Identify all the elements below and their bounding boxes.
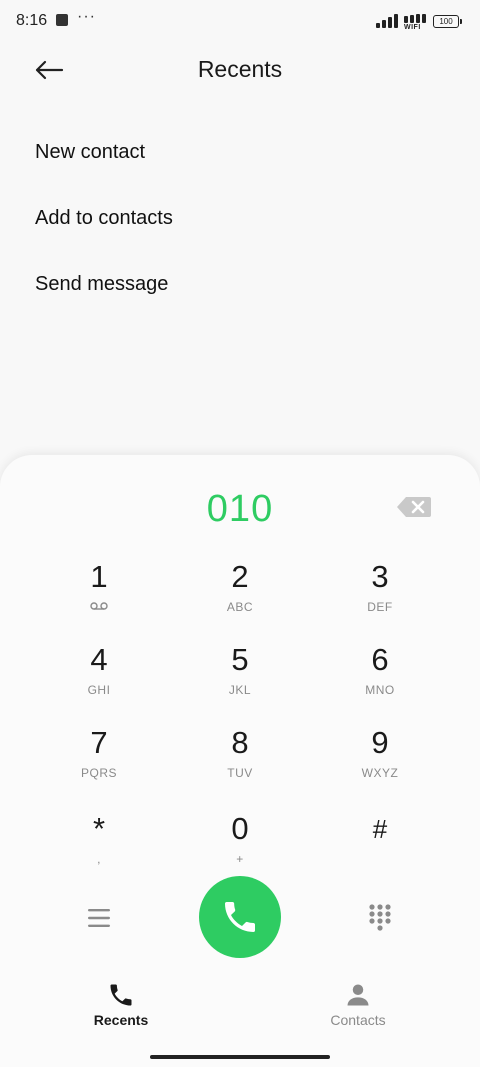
key-letters: PQRS	[80, 766, 117, 780]
page-title: Recents	[197, 56, 283, 82]
tab-label: Contacts	[330, 1012, 386, 1028]
key-letters: ABC	[226, 600, 254, 614]
wifi-label: WIFI	[404, 24, 421, 31]
options-button[interactable]	[84, 902, 116, 934]
key-digit: 4	[90, 642, 108, 677]
key-8[interactable]: 8 TUV	[185, 726, 295, 796]
key-digit: 6	[371, 642, 389, 677]
key-3[interactable]: 3 DEF	[325, 560, 435, 630]
key-digit: #	[372, 814, 388, 844]
key-digit: 8	[231, 725, 249, 760]
key-letters: JKL	[228, 683, 252, 697]
key-0[interactable]: 0 +	[185, 812, 295, 882]
tab-recents[interactable]: Recents	[51, 980, 191, 1028]
key-digit: *	[92, 811, 106, 846]
phone-icon	[110, 984, 132, 1006]
dialpad-icon	[369, 904, 391, 931]
key-letters: ,	[97, 852, 101, 866]
phone-icon	[225, 902, 255, 932]
key-4[interactable]: 4 GHI	[44, 643, 154, 713]
key-letters: GHI	[87, 683, 111, 697]
menu-icon	[88, 909, 110, 927]
key-digit: 1	[90, 559, 108, 594]
key-6[interactable]: 6 MNO	[325, 643, 435, 713]
key-letters: WXYZ	[361, 766, 399, 780]
backspace-button[interactable]	[396, 495, 432, 519]
new-contact-item[interactable]: New contact	[35, 141, 145, 164]
keypad-toggle-button[interactable]	[362, 899, 398, 935]
add-to-contacts-item[interactable]: Add to contacts	[35, 207, 173, 230]
key-letters: DEF	[367, 600, 393, 614]
tab-contacts[interactable]: Contacts	[288, 980, 428, 1028]
more-notifications-icon: ···	[77, 8, 96, 25]
key-1[interactable]: 1	[44, 560, 154, 630]
home-indicator[interactable]	[150, 1055, 330, 1059]
key-digit: 5	[231, 642, 249, 677]
send-message-item[interactable]: Send message	[35, 273, 168, 296]
person-icon	[347, 984, 369, 1006]
signal-icon	[376, 14, 398, 28]
call-button[interactable]	[199, 876, 281, 958]
key-letters	[325, 852, 435, 866]
key-digit: 7	[90, 725, 108, 760]
key-letters: TUV	[227, 766, 253, 780]
key-digit: 9	[371, 725, 389, 760]
key-star[interactable]: * ,	[44, 812, 154, 882]
tab-label: Recents	[93, 1012, 149, 1028]
key-digit: 3	[371, 559, 389, 594]
key-7[interactable]: 7 PQRS	[44, 726, 154, 796]
key-2[interactable]: 2 ABC	[185, 560, 295, 630]
key-letters: +	[236, 852, 244, 866]
status-bar: 8:16 ··· WIFI 100	[0, 0, 480, 44]
backspace-icon	[397, 497, 431, 517]
battery-icon: 100	[433, 15, 462, 28]
voicemail-icon	[44, 600, 154, 614]
key-5[interactable]: 5 JKL	[185, 643, 295, 713]
status-time: 8:16	[16, 12, 48, 29]
notification-icon	[56, 14, 68, 26]
key-hash[interactable]: #	[325, 812, 435, 882]
key-9[interactable]: 9 WXYZ	[325, 726, 435, 796]
key-digit: 2	[231, 559, 249, 594]
key-digit: 0	[231, 811, 249, 846]
key-letters: MNO	[365, 683, 395, 697]
signal-2-icon	[404, 14, 426, 23]
